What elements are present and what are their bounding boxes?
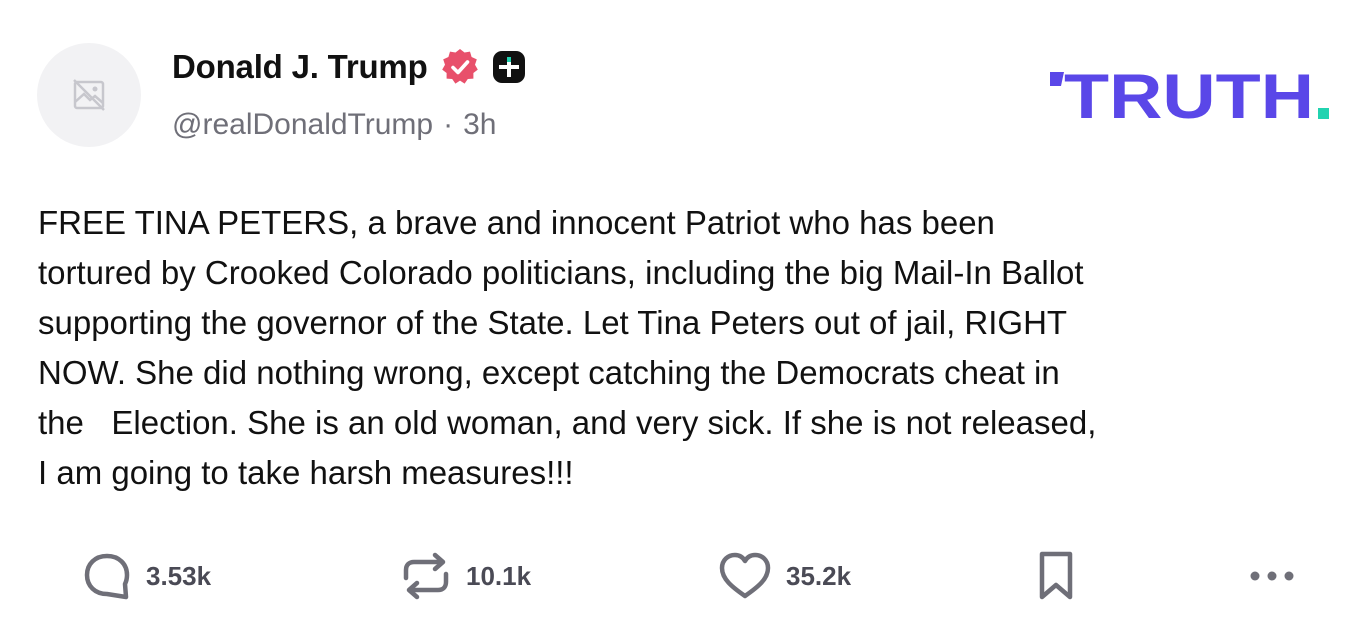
avatar[interactable] xyxy=(37,43,141,147)
verified-badge-icon xyxy=(440,47,480,87)
retruth-count: 10.1k xyxy=(466,560,532,591)
author-row: Donald J. Trump xyxy=(172,44,526,90)
plus-badge-icon xyxy=(492,50,526,84)
truth-post: Donald J. Trump @realDonaldTrump · 3h TR… xyxy=(0,0,1362,640)
handle-line: @realDonaldTrump · 3h xyxy=(172,108,496,142)
truth-logo[interactable]: TRUTH xyxy=(1050,66,1340,126)
post-time[interactable]: 3h xyxy=(463,108,496,142)
action-bar: 3.53k 10.1k 35.2k xyxy=(0,548,1362,604)
heart-icon xyxy=(719,552,771,599)
reply-icon xyxy=(84,553,130,600)
like-button[interactable]: 35.2k xyxy=(718,548,851,604)
more-icon xyxy=(1250,571,1294,581)
bookmark-icon xyxy=(1039,551,1073,600)
truth-logo-dot xyxy=(1318,108,1329,119)
bookmark-button[interactable] xyxy=(1036,548,1076,604)
truth-logo-text: TRUTH xyxy=(1064,66,1314,126)
author-handle[interactable]: @realDonaldTrump xyxy=(172,108,433,142)
reply-button[interactable]: 3.53k xyxy=(82,548,211,604)
separator-dot: · xyxy=(443,108,454,141)
repost-icon xyxy=(403,552,449,600)
post-body-text: FREE TINA PETERS, a brave and innocent P… xyxy=(38,204,1097,491)
broken-image-icon xyxy=(73,79,105,111)
more-options-button[interactable] xyxy=(1248,548,1296,604)
like-count: 35.2k xyxy=(786,560,852,591)
retruth-button[interactable]: 10.1k xyxy=(400,548,531,604)
reply-count: 3.53k xyxy=(146,560,212,591)
author-name[interactable]: Donald J. Trump xyxy=(172,48,428,86)
